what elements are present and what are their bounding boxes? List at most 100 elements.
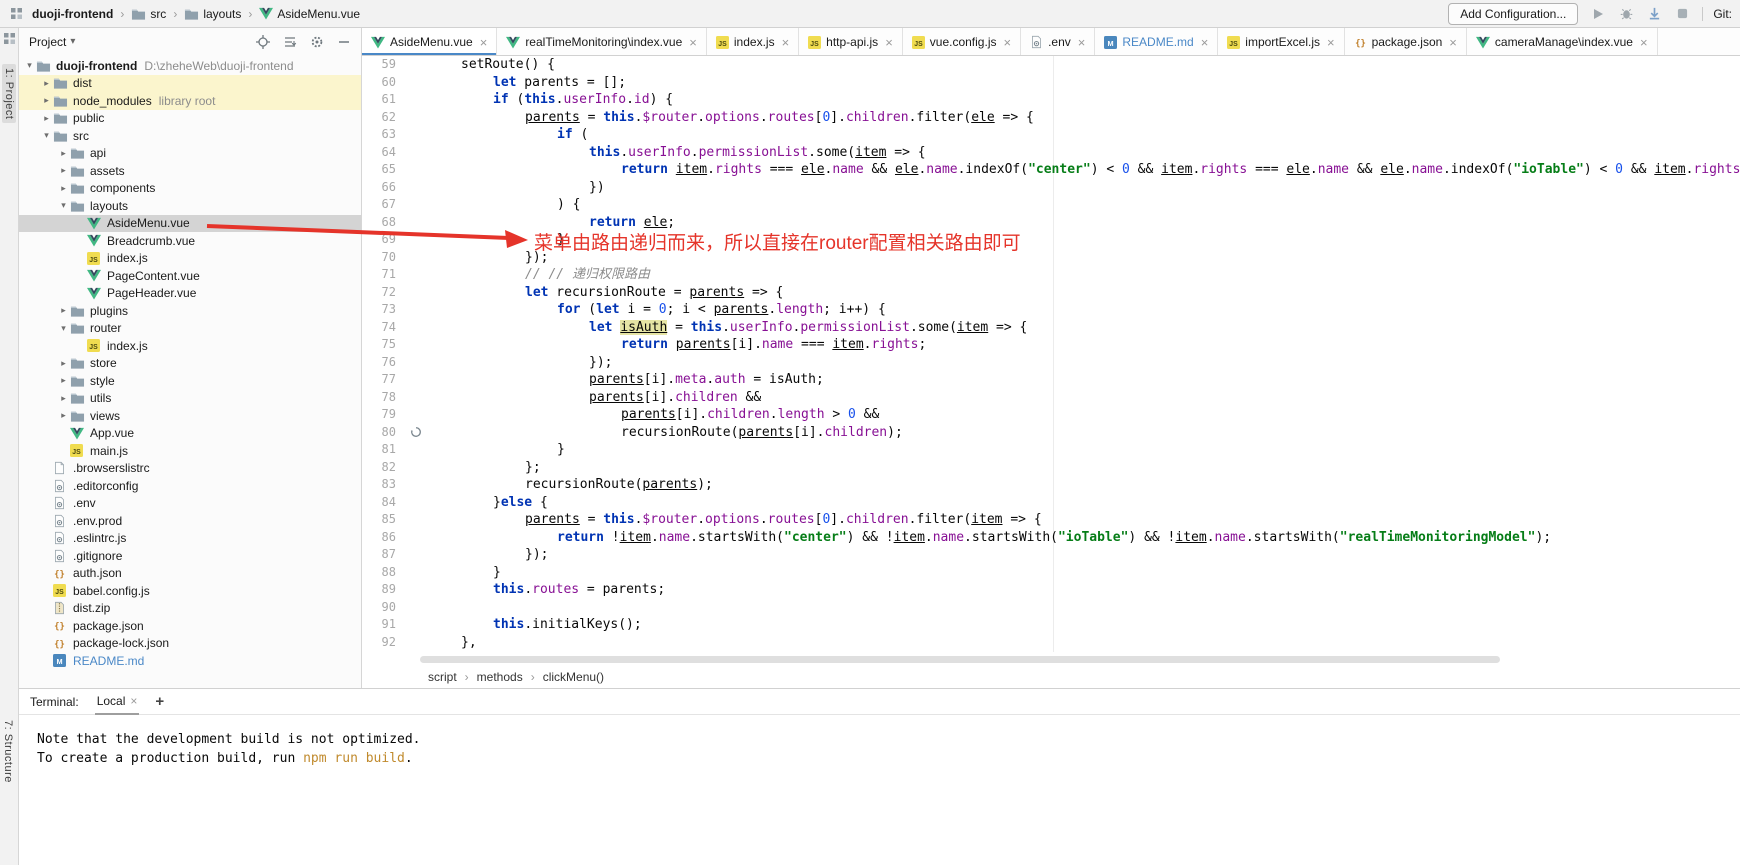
close-icon[interactable]: × [689, 36, 697, 49]
tree-item[interactable]: ▸assets [19, 162, 361, 180]
line-number[interactable]: 67 [362, 196, 408, 214]
editor-tab[interactable]: JSindex.js× [707, 28, 799, 56]
line-number[interactable]: 68 [362, 214, 408, 232]
tree-item[interactable]: ▾duoji-frontendD:\zheheWeb\duoji-fronten… [19, 57, 361, 75]
tree-item[interactable]: ▾layouts [19, 197, 361, 215]
tree-item[interactable]: ▸views [19, 407, 361, 425]
breadcrumb-item[interactable]: layouts [184, 7, 241, 21]
line-number[interactable]: 59 [362, 56, 408, 74]
line-number[interactable]: 65 [362, 161, 408, 179]
line-number[interactable]: 66 [362, 179, 408, 197]
code-line[interactable]: 74let isAuth = this.userInfo.permissionL… [362, 319, 1740, 337]
line-number[interactable]: 79 [362, 406, 408, 424]
code-line[interactable]: 84}else { [362, 494, 1740, 512]
tree-item[interactable]: dist.zip [19, 600, 361, 618]
editor-tab[interactable]: realTimeMonitoring\index.vue× [497, 28, 707, 56]
chevron-down-icon[interactable]: ▾ [40, 130, 53, 141]
editor-breadcrumb-item[interactable]: methods [477, 670, 523, 684]
tree-item[interactable]: {}package.json [19, 617, 361, 635]
code-line[interactable]: 77parents[i].meta.auth = isAuth; [362, 371, 1740, 389]
line-number[interactable]: 61 [362, 91, 408, 109]
code-line[interactable]: 65return item.rights === ele.name && ele… [362, 161, 1740, 179]
chevron-right-icon[interactable]: ▸ [57, 410, 70, 421]
recursion-icon[interactable] [410, 426, 422, 444]
chevron-down-icon[interactable]: ▾ [70, 36, 75, 47]
breadcrumb-item[interactable]: AsideMenu.vue [259, 7, 360, 21]
code-line[interactable]: 91this.initialKeys(); [362, 616, 1740, 634]
tree-item[interactable]: .gitignore [19, 547, 361, 565]
tree-item[interactable]: MREADME.md [19, 652, 361, 670]
line-number[interactable]: 75 [362, 336, 408, 354]
line-number[interactable]: 71 [362, 266, 408, 284]
code-line[interactable]: 80recursionRoute(parents[i].children); [362, 424, 1740, 442]
chevron-right-icon[interactable]: ▸ [57, 393, 70, 404]
close-icon[interactable]: × [1449, 36, 1457, 49]
line-number[interactable]: 70 [362, 249, 408, 267]
code-line[interactable]: 75return parents[i].name === item.rights… [362, 336, 1740, 354]
new-terminal-button[interactable]: + [155, 693, 164, 710]
line-number[interactable]: 77 [362, 371, 408, 389]
bug-icon[interactable] [1618, 6, 1634, 22]
code-line[interactable]: 78parents[i].children && [362, 389, 1740, 407]
terminal-tab-local[interactable]: Local × [95, 689, 140, 715]
tree-item[interactable]: PageContent.vue [19, 267, 361, 285]
code-line[interactable]: 64this.userInfo.permissionList.some(item… [362, 144, 1740, 162]
code-line[interactable]: 87}); [362, 546, 1740, 564]
code-line[interactable]: 81} [362, 441, 1740, 459]
code-line[interactable]: 90 [362, 599, 1740, 617]
code-line[interactable]: 85parents = this.$router.options.routes[… [362, 511, 1740, 529]
code-line[interactable]: 76}); [362, 354, 1740, 372]
editor-breadcrumb-item[interactable]: clickMenu() [543, 670, 604, 684]
line-number[interactable]: 84 [362, 494, 408, 512]
tree-item[interactable]: ▸node_moduleslibrary root [19, 92, 361, 110]
tool-button-project[interactable]: 1: Project [2, 64, 16, 123]
close-icon[interactable]: × [130, 694, 137, 708]
tree-item[interactable]: JSindex.js [19, 250, 361, 268]
chevron-right-icon[interactable]: ▸ [57, 165, 70, 176]
chevron-down-icon[interactable]: ▾ [23, 60, 36, 71]
editor-tab[interactable]: cameraManage\index.vue× [1467, 28, 1658, 56]
line-number[interactable]: 82 [362, 459, 408, 477]
code-line[interactable]: 73for (let i = 0; i < parents.length; i+… [362, 301, 1740, 319]
line-number[interactable]: 72 [362, 284, 408, 302]
editor-breadcrumb-item[interactable]: script [428, 670, 457, 684]
code-line[interactable]: 61if (this.userInfo.id) { [362, 91, 1740, 109]
tree-item[interactable]: {}auth.json [19, 565, 361, 583]
code-line[interactable]: 86return !item.name.startsWith("center")… [362, 529, 1740, 547]
chevron-right-icon[interactable]: ▸ [40, 78, 53, 89]
code-line[interactable]: 63if ( [362, 126, 1740, 144]
line-number[interactable]: 62 [362, 109, 408, 127]
code-line[interactable]: 60let parents = []; [362, 74, 1740, 92]
tree-item[interactable]: .env.prod [19, 512, 361, 530]
tool-windows-icon[interactable] [10, 7, 23, 20]
settings-icon[interactable] [309, 34, 324, 49]
code-line[interactable]: 83recursionRoute(parents); [362, 476, 1740, 494]
code-editor[interactable]: 59setRoute() {60let parents = [];61if (t… [362, 56, 1740, 652]
line-number[interactable]: 83 [362, 476, 408, 494]
code-line[interactable]: 79parents[i].children.length > 0 && [362, 406, 1740, 424]
close-icon[interactable]: × [1327, 36, 1335, 49]
tree-item[interactable]: ▸store [19, 355, 361, 373]
line-number[interactable]: 91 [362, 616, 408, 634]
breadcrumb-item[interactable]: duoji-frontend [32, 7, 113, 21]
chevron-right-icon[interactable]: ▸ [57, 148, 70, 159]
line-number[interactable]: 76 [362, 354, 408, 372]
close-icon[interactable]: × [885, 36, 893, 49]
tree-item[interactable]: ▸components [19, 180, 361, 198]
tree-item[interactable]: JSindex.js [19, 337, 361, 355]
code-line[interactable]: 68return ele; [362, 214, 1740, 232]
breadcrumb-item[interactable]: src [131, 7, 166, 21]
chevron-right-icon[interactable]: ▸ [57, 305, 70, 316]
code-line[interactable]: 69} [362, 231, 1740, 249]
tree-item[interactable]: ▸dist [19, 75, 361, 93]
tree-item[interactable]: ▾router [19, 320, 361, 338]
code-line[interactable]: 82}; [362, 459, 1740, 477]
chevron-right-icon[interactable]: ▸ [40, 95, 53, 106]
git-label[interactable]: Git: [1702, 7, 1732, 21]
tool-button-structure[interactable]: 7: Structure [2, 720, 14, 783]
line-number[interactable]: 86 [362, 529, 408, 547]
tree-item[interactable]: .eslintrc.js [19, 530, 361, 548]
editor-tab[interactable]: JSvue.config.js× [903, 28, 1021, 56]
close-icon[interactable]: × [480, 36, 488, 49]
editor-tab[interactable]: {}package.json× [1345, 28, 1467, 56]
